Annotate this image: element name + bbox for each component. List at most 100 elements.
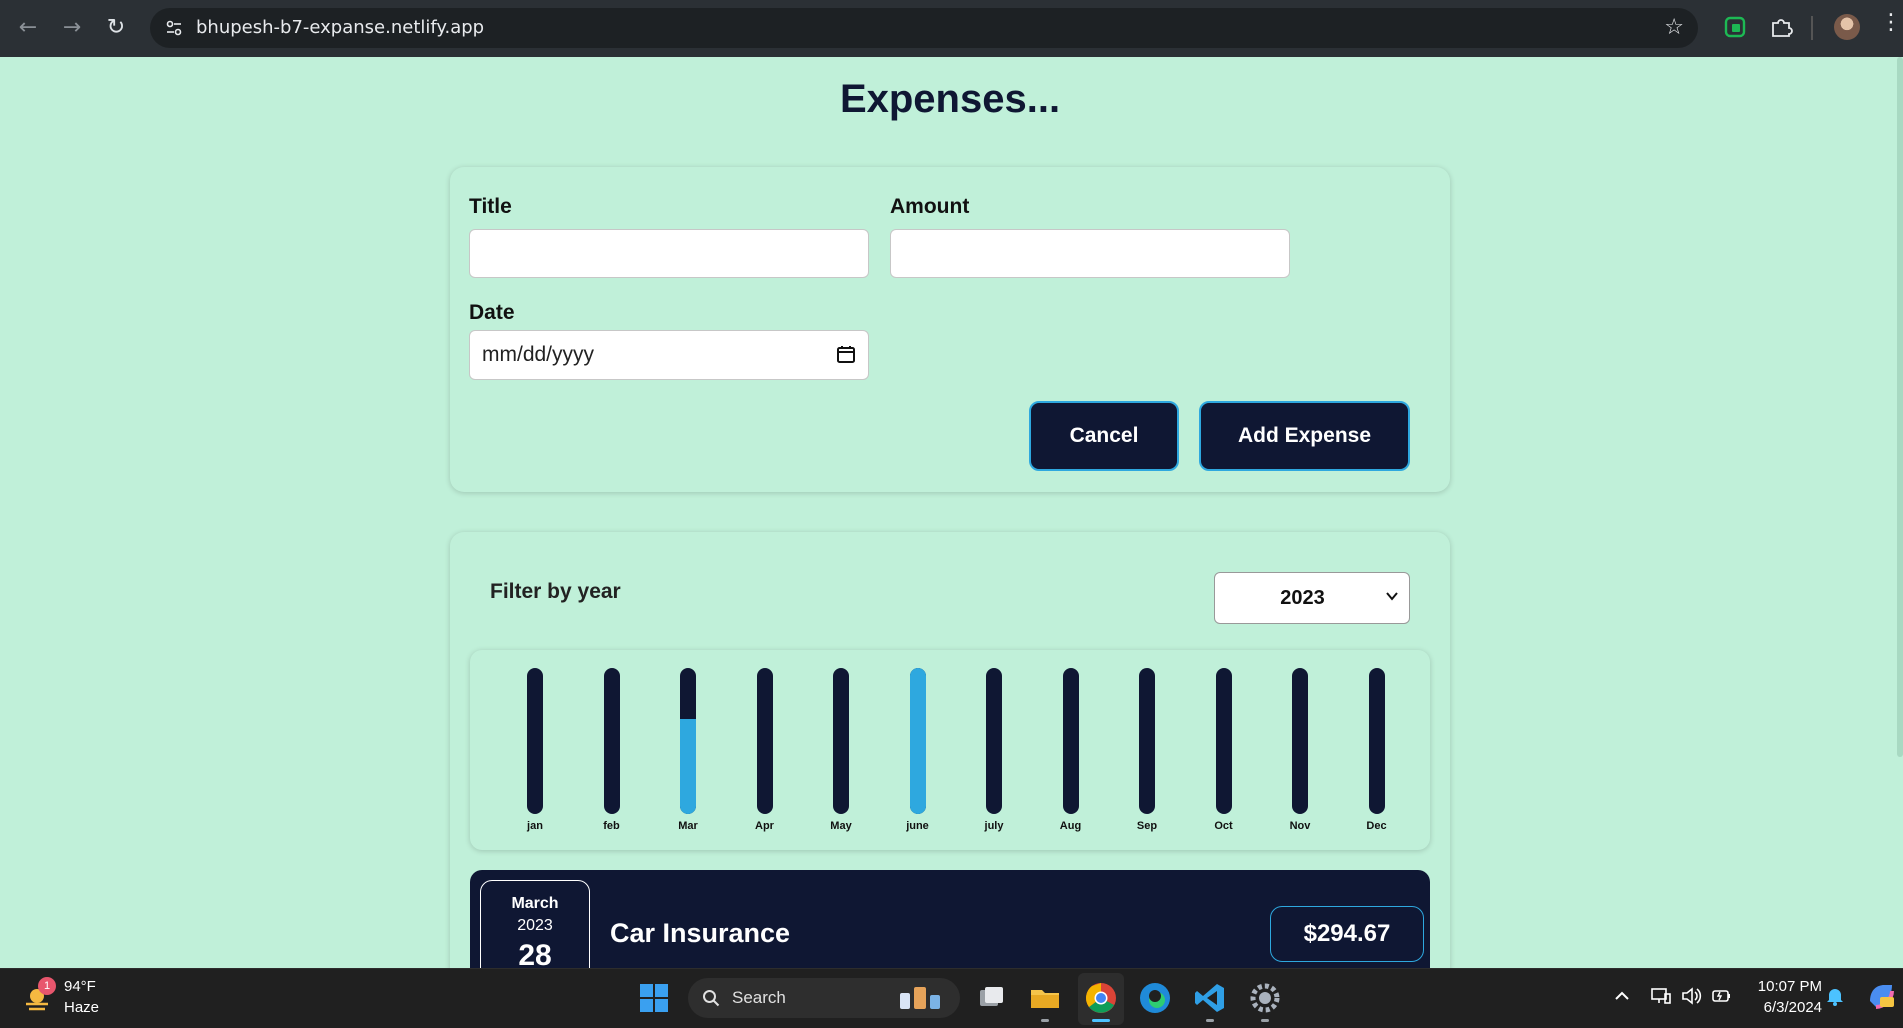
filter-label: Filter by year bbox=[490, 580, 621, 603]
puzzle-icon[interactable] bbox=[1768, 14, 1794, 40]
bar-may: May bbox=[821, 668, 861, 843]
bar-label: Mar bbox=[678, 820, 698, 832]
expense-date: March 2023 28 bbox=[480, 880, 590, 968]
year-select[interactable]: 2023 bbox=[1214, 572, 1410, 624]
bar-track bbox=[1139, 668, 1155, 814]
clock-time[interactable]: 10:07 PM bbox=[1752, 978, 1822, 995]
chevron-down-icon bbox=[1386, 592, 1398, 601]
bar-label: Nov bbox=[1289, 820, 1311, 832]
battery-icon[interactable] bbox=[1710, 985, 1732, 1007]
bar-aug: Aug bbox=[1051, 668, 1091, 843]
bar-track bbox=[909, 668, 926, 814]
bar-june: june bbox=[898, 668, 938, 843]
bar-track bbox=[1292, 668, 1308, 814]
copilot-icon[interactable] bbox=[1866, 981, 1896, 1011]
url-text[interactable]: bhupesh-b7-expanse.netlify.app bbox=[196, 8, 484, 48]
search-highlight-icon bbox=[900, 987, 940, 1009]
edge-icon[interactable] bbox=[1138, 981, 1172, 1015]
page-content: Expenses... Title Amount Date mm/dd/yyyy… bbox=[0, 57, 1903, 968]
chevron-up-icon[interactable] bbox=[1611, 985, 1633, 1007]
page-title: Expenses... bbox=[839, 77, 1061, 121]
clock-date[interactable]: 6/3/2024 bbox=[1752, 999, 1822, 1016]
bar-track bbox=[833, 668, 849, 814]
reload-icon[interactable]: ↻ bbox=[100, 12, 132, 44]
bar-track bbox=[603, 668, 620, 814]
expense-year: 2023 bbox=[517, 917, 553, 934]
cancel-button[interactable]: Cancel bbox=[1029, 401, 1179, 471]
running-indicator bbox=[1261, 1019, 1269, 1022]
bar-label: july bbox=[984, 820, 1004, 832]
toolbar-divider bbox=[1811, 16, 1813, 40]
bar-track bbox=[756, 668, 773, 814]
taskbar-search[interactable]: Search bbox=[688, 978, 960, 1018]
settings-gear-icon[interactable] bbox=[1248, 981, 1282, 1015]
calendar-icon[interactable] bbox=[836, 344, 856, 364]
bar-label: jan bbox=[527, 820, 543, 832]
bar-track bbox=[986, 668, 1002, 814]
page-scrollbar[interactable] bbox=[1897, 57, 1903, 757]
expense-day: 28 bbox=[518, 939, 552, 968]
browser-toolbar: ← → ↻ bhupesh-b7-expanse.netlify.app ☆ ⋮ bbox=[0, 0, 1903, 57]
bar-jan: jan bbox=[515, 668, 555, 843]
chrome-icon[interactable] bbox=[1084, 981, 1118, 1015]
back-icon[interactable]: ← bbox=[12, 12, 44, 44]
volume-icon[interactable] bbox=[1680, 985, 1702, 1007]
extension-icon[interactable] bbox=[1722, 14, 1748, 40]
bar-oct: Oct bbox=[1204, 668, 1244, 843]
bar-track bbox=[527, 668, 543, 814]
network-icon[interactable] bbox=[1650, 985, 1672, 1007]
date-input[interactable]: mm/dd/yyyy bbox=[469, 330, 869, 380]
expense-item: March 2023 28 Car Insurance $294.67 bbox=[470, 870, 1430, 968]
add-expense-button[interactable]: Add Expense bbox=[1199, 401, 1410, 471]
bar-label: Sep bbox=[1136, 820, 1158, 832]
forward-icon[interactable]: → bbox=[56, 12, 88, 44]
more-menu-icon[interactable]: ⋮ bbox=[1880, 10, 1902, 35]
expense-title: Car Insurance bbox=[610, 918, 791, 948]
file-explorer-icon[interactable] bbox=[1028, 981, 1062, 1015]
bar-fill bbox=[909, 668, 926, 814]
bar-label: Aug bbox=[1059, 820, 1082, 832]
bar-mar: Mar bbox=[668, 668, 708, 843]
weather-badge: 1 bbox=[38, 977, 56, 995]
active-indicator bbox=[1092, 1019, 1110, 1022]
bar-apr: Apr bbox=[745, 668, 785, 843]
bar-track bbox=[680, 668, 696, 814]
expense-month: March bbox=[511, 895, 559, 912]
windows-taskbar: 1 94°F Haze Search 10:07 PM 6/3/2024 bbox=[0, 968, 1903, 1028]
amount-input[interactable] bbox=[890, 229, 1290, 278]
running-indicator bbox=[1206, 1019, 1214, 1022]
amount-label: Amount bbox=[890, 195, 970, 218]
bar-label: feb bbox=[603, 820, 620, 832]
bar-label: May bbox=[830, 820, 852, 832]
date-label: Date bbox=[469, 301, 515, 324]
bar-label: Apr bbox=[755, 820, 774, 832]
bar-label: Oct bbox=[1214, 820, 1233, 832]
expenses-list: Filter by year 2023 jan feb Mar Apr May june j… bbox=[450, 532, 1450, 968]
date-placeholder: mm/dd/yyyy bbox=[482, 343, 595, 366]
weather-temperature[interactable]: 94°F bbox=[64, 978, 96, 995]
windows-start-icon[interactable] bbox=[637, 981, 671, 1015]
task-view-icon[interactable] bbox=[974, 981, 1008, 1015]
bar-nov: Nov bbox=[1280, 668, 1320, 843]
running-indicator bbox=[1041, 1019, 1049, 1022]
title-input[interactable] bbox=[469, 229, 869, 278]
weather-description[interactable]: Haze bbox=[64, 999, 99, 1016]
profile-avatar[interactable] bbox=[1834, 14, 1860, 40]
bar-track bbox=[1215, 668, 1232, 814]
bar-sep: Sep bbox=[1127, 668, 1167, 843]
address-bar[interactable]: bhupesh-b7-expanse.netlify.app ☆ bbox=[150, 8, 1698, 48]
site-info-icon[interactable] bbox=[164, 18, 184, 38]
year-select-value: 2023 bbox=[1280, 587, 1325, 609]
bar-july: july bbox=[974, 668, 1014, 843]
vscode-icon[interactable] bbox=[1193, 981, 1227, 1015]
bar-feb: feb bbox=[592, 668, 632, 843]
title-label: Title bbox=[469, 195, 512, 218]
notification-bell-icon[interactable] bbox=[1824, 985, 1846, 1007]
bookmark-star-icon[interactable]: ☆ bbox=[1664, 15, 1684, 40]
search-label: Search bbox=[732, 988, 786, 1007]
bar-track bbox=[1062, 668, 1079, 814]
new-expense-form: Title Amount Date mm/dd/yyyy Cancel Add … bbox=[450, 167, 1450, 492]
search-icon bbox=[703, 990, 720, 1007]
expense-amount: $294.67 bbox=[1270, 906, 1424, 962]
bar-label: june bbox=[906, 820, 929, 832]
